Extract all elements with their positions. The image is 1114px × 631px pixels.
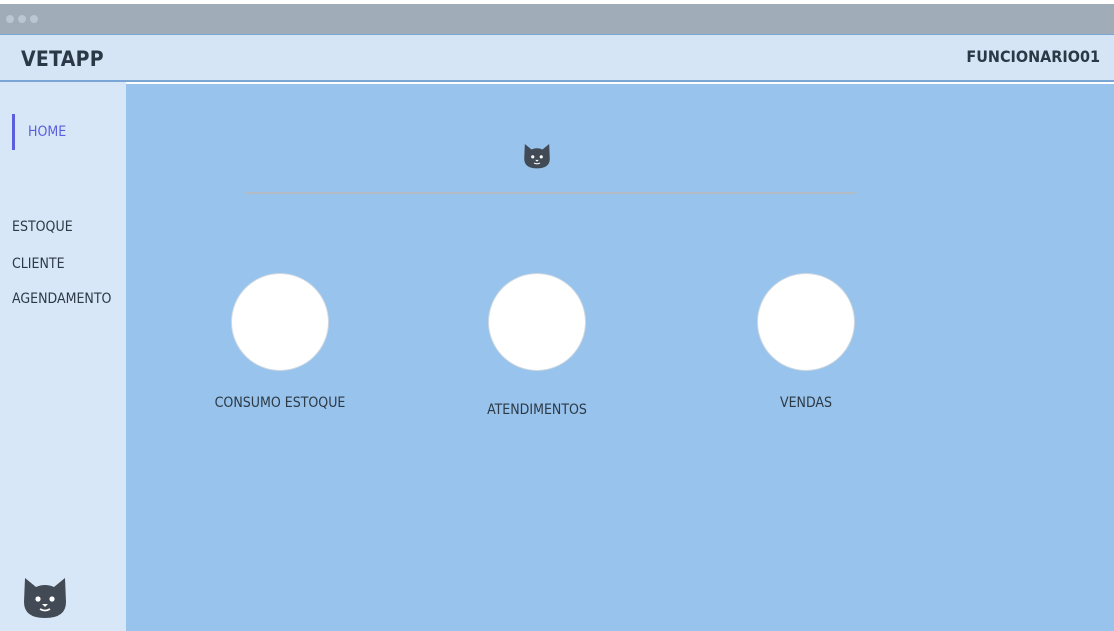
sidebar-item-agendamento[interactable]: AGENDAMENTO [12, 291, 111, 307]
app-header: VETAPP FUNCIONARIO01 [0, 34, 1114, 82]
tile-label: VENDAS [779, 395, 833, 411]
tile-atendimentos[interactable]: ATENDIMENTOS [437, 273, 637, 418]
tile-consumo-estoque[interactable]: CONSUMO ESTOQUE [180, 273, 380, 411]
window-close-dot[interactable] [6, 15, 14, 23]
tile-circle[interactable] [757, 273, 855, 371]
tile-circle[interactable] [488, 273, 586, 371]
sidebar-item-cliente[interactable]: CLIENTE [12, 256, 65, 272]
cat-icon [24, 578, 66, 618]
app-brand[interactable]: VETAPP [21, 47, 104, 71]
tile-label: CONSUMO ESTOQUE [214, 395, 346, 411]
user-name[interactable]: FUNCIONARIO01 [966, 47, 1100, 66]
cat-icon [524, 144, 550, 169]
main-content: CONSUMO ESTOQUE ATENDIMENTOS VENDAS [126, 84, 1114, 631]
tile-vendas[interactable]: VENDAS [706, 273, 906, 411]
header-divider [246, 192, 856, 194]
sidebar-item-home[interactable]: HOME [12, 114, 66, 150]
tile-circle[interactable] [231, 273, 329, 371]
window-minimize-dot[interactable] [18, 15, 26, 23]
sidebar-item-estoque[interactable]: ESTOQUE [12, 219, 73, 235]
window-titlebar [0, 4, 1114, 34]
sidebar: HOME ESTOQUE CLIENTE AGENDAMENTO [0, 82, 126, 631]
tile-label: ATENDIMENTOS [487, 402, 587, 418]
window-maximize-dot[interactable] [30, 15, 38, 23]
